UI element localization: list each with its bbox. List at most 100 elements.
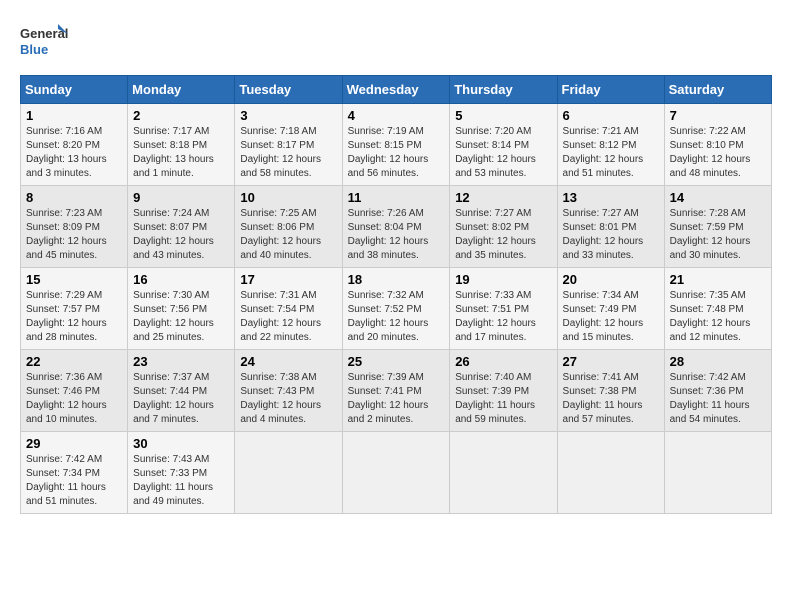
day-number: 30: [133, 436, 229, 451]
day-info: Sunrise: 7:34 AMSunset: 7:49 PMDaylight:…: [563, 289, 659, 345]
calendar-cell: 17 Sunrise: 7:31 AMSunset: 7:54 PMDayligh…: [235, 268, 342, 350]
calendar-cell: 27Sunrise: 7:41 AMSunset: 7:38 PMDayligh…: [557, 350, 664, 432]
calendar-cell: 3Sunrise: 7:18 AMSunset: 8:17 PMDaylight…: [235, 104, 342, 186]
calendar-cell: 2 Sunrise: 7:17 AMSunset: 8:18 PMDaylight…: [128, 104, 235, 186]
calendar-cell: 30 Sunrise: 7:43 AMSunset: 7:33 PMDayligh…: [128, 432, 235, 514]
day-info: Sunrise: 7:21 AMSunset: 8:12 PMDaylight:…: [563, 125, 659, 181]
day-number: 21: [670, 272, 766, 287]
day-info: Sunrise: 7:32 AMSunset: 7:52 PMDaylight:…: [348, 289, 445, 345]
day-info: Sunrise: 7:42 AMSunset: 7:36 PMDaylight:…: [670, 371, 766, 427]
calendar-cell: 25Sunrise: 7:39 AMSunset: 7:41 PMDayligh…: [342, 350, 450, 432]
calendar-cell: 15Sunrise: 7:29 AMSunset: 7:57 PMDayligh…: [21, 268, 128, 350]
calendar-cell: 24 Sunrise: 7:38 AMSunset: 7:43 PMDayligh…: [235, 350, 342, 432]
calendar-week-row: 22 Sunrise: 7:36 AMSunset: 7:46 PMDayligh…: [21, 350, 772, 432]
day-info: Sunrise: 7:40 AMSunset: 7:39 PMDaylight:…: [455, 371, 551, 427]
day-info: Sunrise: 7:33 AMSunset: 7:51 PMDaylight:…: [455, 289, 551, 345]
calendar-cell: 26 Sunrise: 7:40 AMSunset: 7:39 PMDayligh…: [450, 350, 557, 432]
day-number: 6: [563, 108, 659, 123]
day-info: Sunrise: 7:22 AMSunset: 8:10 PMDaylight:…: [670, 125, 766, 181]
day-number: 2: [133, 108, 229, 123]
day-info: Sunrise: 7:20 AMSunset: 8:14 PMDaylight:…: [455, 125, 551, 181]
day-number: 10: [240, 190, 336, 205]
calendar-cell: 6 Sunrise: 7:21 AMSunset: 8:12 PMDaylight…: [557, 104, 664, 186]
calendar-cell: 12Sunrise: 7:27 AMSunset: 8:02 PMDayligh…: [450, 186, 557, 268]
day-number: 11: [348, 190, 445, 205]
calendar-cell: [557, 432, 664, 514]
day-number: 15: [26, 272, 122, 287]
logo: General Blue: [20, 20, 70, 65]
calendar-cell: 1 Sunrise: 7:16 AMSunset: 8:20 PMDaylight…: [21, 104, 128, 186]
header-wednesday: Wednesday: [342, 76, 450, 104]
calendar-cell: 18 Sunrise: 7:32 AMSunset: 7:52 PMDayligh…: [342, 268, 450, 350]
day-number: 24: [240, 354, 336, 369]
calendar-cell: 14 Sunrise: 7:28 AMSunset: 7:59 PMDayligh…: [664, 186, 771, 268]
calendar-week-row: 8Sunrise: 7:23 AMSunset: 8:09 PMDaylight…: [21, 186, 772, 268]
calendar-cell: 10 Sunrise: 7:25 AMSunset: 8:06 PMDayligh…: [235, 186, 342, 268]
calendar-cell: 22 Sunrise: 7:36 AMSunset: 7:46 PMDayligh…: [21, 350, 128, 432]
calendar-cell: 28 Sunrise: 7:42 AMSunset: 7:36 PMDayligh…: [664, 350, 771, 432]
day-number: 20: [563, 272, 659, 287]
day-info: Sunrise: 7:36 AMSunset: 7:46 PMDaylight:…: [26, 371, 122, 427]
header-monday: Monday: [128, 76, 235, 104]
day-number: 29: [26, 436, 122, 451]
day-info: Sunrise: 7:43 AMSunset: 7:33 PMDaylight:…: [133, 453, 229, 509]
day-number: 8: [26, 190, 122, 205]
day-number: 18: [348, 272, 445, 287]
day-number: 7: [670, 108, 766, 123]
day-number: 12: [455, 190, 551, 205]
logo-svg: General Blue: [20, 20, 70, 65]
calendar-cell: 4Sunrise: 7:19 AMSunset: 8:15 PMDaylight…: [342, 104, 450, 186]
header-sunday: Sunday: [21, 76, 128, 104]
day-number: 22: [26, 354, 122, 369]
day-info: Sunrise: 7:24 AMSunset: 8:07 PMDaylight:…: [133, 207, 229, 263]
day-number: 27: [563, 354, 659, 369]
calendar-cell: 8Sunrise: 7:23 AMSunset: 8:09 PMDaylight…: [21, 186, 128, 268]
calendar-cell: 29Sunrise: 7:42 AMSunset: 7:34 PMDayligh…: [21, 432, 128, 514]
calendar-table: SundayMondayTuesdayWednesdayThursdayFrid…: [20, 75, 772, 514]
calendar-cell: 23Sunrise: 7:37 AMSunset: 7:44 PMDayligh…: [128, 350, 235, 432]
calendar-week-row: 29Sunrise: 7:42 AMSunset: 7:34 PMDayligh…: [21, 432, 772, 514]
day-info: Sunrise: 7:35 AMSunset: 7:48 PMDaylight:…: [670, 289, 766, 345]
day-info: Sunrise: 7:19 AMSunset: 8:15 PMDaylight:…: [348, 125, 445, 181]
calendar-cell: 11Sunrise: 7:26 AMSunset: 8:04 PMDayligh…: [342, 186, 450, 268]
day-info: Sunrise: 7:28 AMSunset: 7:59 PMDaylight:…: [670, 207, 766, 263]
day-number: 23: [133, 354, 229, 369]
calendar-week-row: 15Sunrise: 7:29 AMSunset: 7:57 PMDayligh…: [21, 268, 772, 350]
day-number: 16: [133, 272, 229, 287]
page-header: General Blue: [20, 20, 772, 65]
calendar-cell: 19 Sunrise: 7:33 AMSunset: 7:51 PMDayligh…: [450, 268, 557, 350]
calendar-cell: 13Sunrise: 7:27 AMSunset: 8:01 PMDayligh…: [557, 186, 664, 268]
day-info: Sunrise: 7:18 AMSunset: 8:17 PMDaylight:…: [240, 125, 336, 181]
calendar-cell: 21 Sunrise: 7:35 AMSunset: 7:48 PMDayligh…: [664, 268, 771, 350]
calendar-cell: 20 Sunrise: 7:34 AMSunset: 7:49 PMDayligh…: [557, 268, 664, 350]
day-info: Sunrise: 7:17 AMSunset: 8:18 PMDaylight:…: [133, 125, 229, 181]
day-number: 17: [240, 272, 336, 287]
day-number: 14: [670, 190, 766, 205]
header-saturday: Saturday: [664, 76, 771, 104]
day-number: 1: [26, 108, 122, 123]
header-thursday: Thursday: [450, 76, 557, 104]
calendar-cell: 9 Sunrise: 7:24 AMSunset: 8:07 PMDaylight…: [128, 186, 235, 268]
calendar-header-row: SundayMondayTuesdayWednesdayThursdayFrid…: [21, 76, 772, 104]
day-number: 26: [455, 354, 551, 369]
day-number: 9: [133, 190, 229, 205]
calendar-cell: 5Sunrise: 7:20 AMSunset: 8:14 PMDaylight…: [450, 104, 557, 186]
day-info: Sunrise: 7:25 AMSunset: 8:06 PMDaylight:…: [240, 207, 336, 263]
calendar-week-row: 1 Sunrise: 7:16 AMSunset: 8:20 PMDaylight…: [21, 104, 772, 186]
svg-text:Blue: Blue: [20, 42, 48, 57]
day-number: 13: [563, 190, 659, 205]
day-info: Sunrise: 7:39 AMSunset: 7:41 PMDaylight:…: [348, 371, 445, 427]
header-tuesday: Tuesday: [235, 76, 342, 104]
day-number: 19: [455, 272, 551, 287]
day-number: 28: [670, 354, 766, 369]
day-info: Sunrise: 7:30 AMSunset: 7:56 PMDaylight:…: [133, 289, 229, 345]
calendar-cell: [450, 432, 557, 514]
header-friday: Friday: [557, 76, 664, 104]
day-info: Sunrise: 7:16 AMSunset: 8:20 PMDaylight:…: [26, 125, 122, 181]
calendar-cell: [664, 432, 771, 514]
calendar-cell: [235, 432, 342, 514]
day-info: Sunrise: 7:38 AMSunset: 7:43 PMDaylight:…: [240, 371, 336, 427]
calendar-cell: 7 Sunrise: 7:22 AMSunset: 8:10 PMDaylight…: [664, 104, 771, 186]
calendar-cell: [342, 432, 450, 514]
day-info: Sunrise: 7:31 AMSunset: 7:54 PMDaylight:…: [240, 289, 336, 345]
